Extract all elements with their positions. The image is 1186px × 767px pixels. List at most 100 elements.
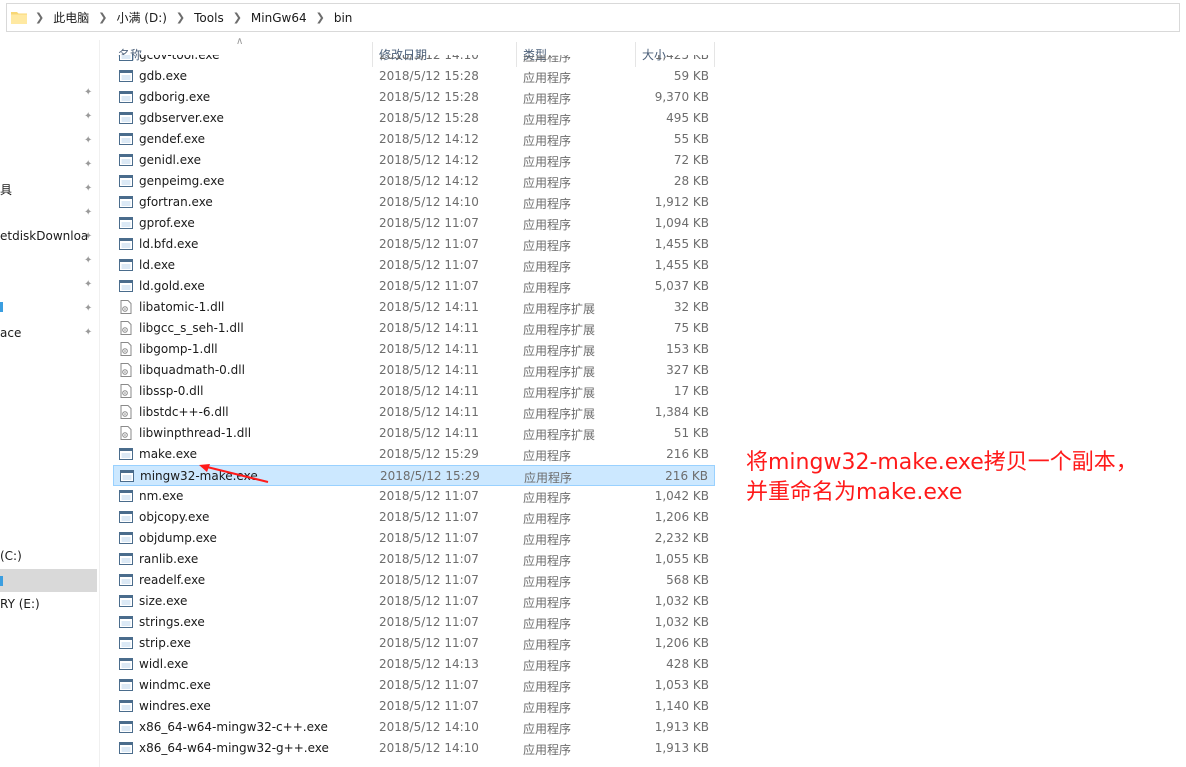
file-row[interactable]: x86_64-w64-mingw32-g++.exe 2018/5/12 14:1… <box>113 738 715 759</box>
pin-icon[interactable]: ✦ <box>84 183 94 194</box>
file-row[interactable]: genpeimg.exe 2018/5/12 14:12 应用程序 28 KB <box>113 171 715 192</box>
file-type: 应用程序扩展 <box>523 323 596 337</box>
dll-file-icon <box>120 405 132 419</box>
file-row[interactable]: gendef.exe 2018/5/12 14:12 应用程序 55 KB <box>113 129 715 150</box>
exe-file-icon <box>119 721 133 733</box>
file-row[interactable]: gdborig.exe 2018/5/12 15:28 应用程序 9,370 KB <box>113 87 715 108</box>
file-row[interactable]: strip.exe 2018/5/12 11:07 应用程序 1,206 KB <box>113 633 715 654</box>
annotation-line-1: 将mingw32-make.exe拷贝一个副本， <box>746 450 1138 475</box>
file-row[interactable]: genidl.exe 2018/5/12 14:12 应用程序 72 KB <box>113 150 715 171</box>
breadcrumb-mingw64[interactable]: MinGw64 <box>251 11 307 25</box>
file-name: gcov-tool.exe <box>139 55 220 62</box>
file-row[interactable]: strings.exe 2018/5/12 11:07 应用程序 1,032 KB <box>113 612 715 633</box>
nav-item-workspace[interactable]: ace <box>0 326 21 340</box>
file-row[interactable]: size.exe 2018/5/12 11:07 应用程序 1,032 KB <box>113 591 715 612</box>
file-date: 2018/5/12 14:11 <box>379 363 479 377</box>
file-row[interactable]: ld.bfd.exe 2018/5/12 11:07 应用程序 1,455 KB <box>113 234 715 255</box>
file-name: ld.bfd.exe <box>139 237 199 251</box>
pin-icon[interactable]: ✦ <box>84 159 94 170</box>
file-size: 1,053 KB <box>654 678 709 692</box>
file-name: gdborig.exe <box>139 90 211 104</box>
file-size: 32 KB <box>673 300 709 314</box>
exe-file-icon <box>119 742 133 754</box>
dll-file-icon <box>120 300 132 314</box>
breadcrumb-drive-d[interactable]: 小满 (D:) <box>116 9 166 26</box>
file-name: genidl.exe <box>139 153 201 167</box>
pin-icon[interactable]: ✦ <box>84 303 94 314</box>
file-name: windmc.exe <box>139 678 211 692</box>
file-row[interactable]: objcopy.exe 2018/5/12 11:07 应用程序 1,206 KB <box>113 507 715 528</box>
file-row[interactable]: ld.exe 2018/5/12 11:07 应用程序 1,455 KB <box>113 255 715 276</box>
file-type: 应用程序 <box>524 471 573 485</box>
file-date: 2018/5/12 14:11 <box>379 321 479 335</box>
dll-file-icon <box>120 384 132 398</box>
exe-file-icon <box>119 595 133 607</box>
file-row[interactable]: libgcc_s_seh-1.dll 2018/5/12 14:11 应用程序扩展 7… <box>113 318 715 339</box>
breadcrumb-this-pc[interactable]: 此电脑 <box>53 9 89 26</box>
file-row[interactable]: libstdc++-6.dll 2018/5/12 14:11 应用程序扩展 1,38… <box>113 402 715 423</box>
file-date: 2018/5/12 11:07 <box>379 489 479 503</box>
nav-item-drive-e[interactable]: RY (E:) <box>0 597 40 611</box>
file-row[interactable]: libwinpthread-1.dll 2018/5/12 14:11 应用程序扩展… <box>113 423 715 444</box>
file-date: 2018/5/12 14:10 <box>379 195 479 209</box>
file-type: 应用程序扩展 <box>523 386 596 400</box>
exe-file-icon <box>119 91 133 103</box>
file-row[interactable]: libgomp-1.dll 2018/5/12 14:11 应用程序扩展 153 KB <box>113 339 715 360</box>
file-row[interactable]: windres.exe 2018/5/12 11:07 应用程序 1,140 KB <box>113 696 715 717</box>
file-type: 应用程序扩展 <box>523 407 596 421</box>
breadcrumb-bin[interactable]: bin <box>334 11 353 25</box>
file-row[interactable]: libatomic-1.dll 2018/5/12 14:11 应用程序扩展 32 K… <box>113 297 715 318</box>
file-size: 1,042 KB <box>654 489 709 503</box>
file-date: 2018/5/12 14:11 <box>379 384 479 398</box>
pane-divider[interactable] <box>99 40 100 767</box>
file-date: 2018/5/12 14:10 <box>379 720 479 734</box>
annotation-line-2: 并重命名为make.exe <box>746 480 963 505</box>
exe-file-icon <box>119 259 133 271</box>
file-type: 应用程序 <box>523 701 572 715</box>
nav-item-tools[interactable]: 具 <box>0 181 12 198</box>
file-type: 应用程序 <box>523 239 572 253</box>
file-date: 2018/5/12 15:28 <box>379 69 479 83</box>
file-type: 应用程序 <box>523 575 572 589</box>
pin-icon[interactable]: ✦ <box>84 255 94 266</box>
nav-item-netdisk-download[interactable]: etdiskDownloa <box>0 229 88 243</box>
pin-icon[interactable]: ✦ <box>84 111 94 122</box>
file-date: 2018/5/12 14:12 <box>379 174 479 188</box>
file-row[interactable]: ld.gold.exe 2018/5/12 11:07 应用程序 5,037 KB <box>113 276 715 297</box>
file-row[interactable]: gcov-tool.exe 2018/5/12 14:10 应用程序 1,425 KB <box>113 55 715 66</box>
file-type: 应用程序 <box>523 155 572 169</box>
file-name: libssp-0.dll <box>139 384 204 398</box>
exe-file-icon <box>119 658 133 670</box>
file-row[interactable]: x86_64-w64-mingw32-c++.exe 2018/5/12 14:1… <box>113 717 715 738</box>
file-row[interactable]: widl.exe 2018/5/12 14:13 应用程序 428 KB <box>113 654 715 675</box>
file-row[interactable]: nm.exe 2018/5/12 11:07 应用程序 1,042 KB <box>113 486 715 507</box>
file-row[interactable]: gprof.exe 2018/5/12 11:07 应用程序 1,094 KB <box>113 213 715 234</box>
file-row[interactable]: ranlib.exe 2018/5/12 11:07 应用程序 1,055 KB <box>113 549 715 570</box>
file-row[interactable]: gfortran.exe 2018/5/12 14:10 应用程序 1,912 KB <box>113 192 715 213</box>
address-bar[interactable]: ❯ 此电脑 ❯ 小满 (D:) ❯ Tools ❯ MinGw64 ❯ bin <box>6 3 1180 32</box>
file-date: 2018/5/12 11:07 <box>379 510 479 524</box>
file-row[interactable]: libssp-0.dll 2018/5/12 14:11 应用程序扩展 17 KB <box>113 381 715 402</box>
pin-icon[interactable]: ✦ <box>84 135 94 146</box>
pin-icon[interactable]: ✦ <box>84 327 94 338</box>
file-size: 17 KB <box>673 384 709 398</box>
pin-icon[interactable]: ✦ <box>84 87 94 98</box>
pin-icon[interactable]: ✦ <box>84 207 94 218</box>
file-row[interactable]: gdb.exe 2018/5/12 15:28 应用程序 59 KB <box>113 66 715 87</box>
file-row[interactable]: gdbserver.exe 2018/5/12 15:28 应用程序 495 KB <box>113 108 715 129</box>
nav-item-drive-c[interactable]: (C:) <box>0 549 22 563</box>
file-row[interactable]: objdump.exe 2018/5/12 11:07 应用程序 2,232 KB <box>113 528 715 549</box>
exe-file-icon <box>119 700 133 712</box>
file-date: 2018/5/12 14:11 <box>379 342 479 356</box>
pin-icon[interactable]: ✦ <box>84 279 94 290</box>
file-date: 2018/5/12 15:29 <box>379 447 479 461</box>
nav-item-drive-d-selected[interactable] <box>0 569 97 592</box>
file-row[interactable]: windmc.exe 2018/5/12 11:07 应用程序 1,053 KB <box>113 675 715 696</box>
file-size: 495 KB <box>666 111 709 125</box>
file-type: 应用程序 <box>523 71 572 85</box>
breadcrumb-tools[interactable]: Tools <box>194 11 224 25</box>
file-name: x86_64-w64-mingw32-c++.exe <box>139 720 328 734</box>
file-row[interactable]: libquadmath-0.dll 2018/5/12 14:11 应用程序扩展 32… <box>113 360 715 381</box>
file-date: 2018/5/12 14:12 <box>379 153 479 167</box>
file-row[interactable]: readelf.exe 2018/5/12 11:07 应用程序 568 KB <box>113 570 715 591</box>
